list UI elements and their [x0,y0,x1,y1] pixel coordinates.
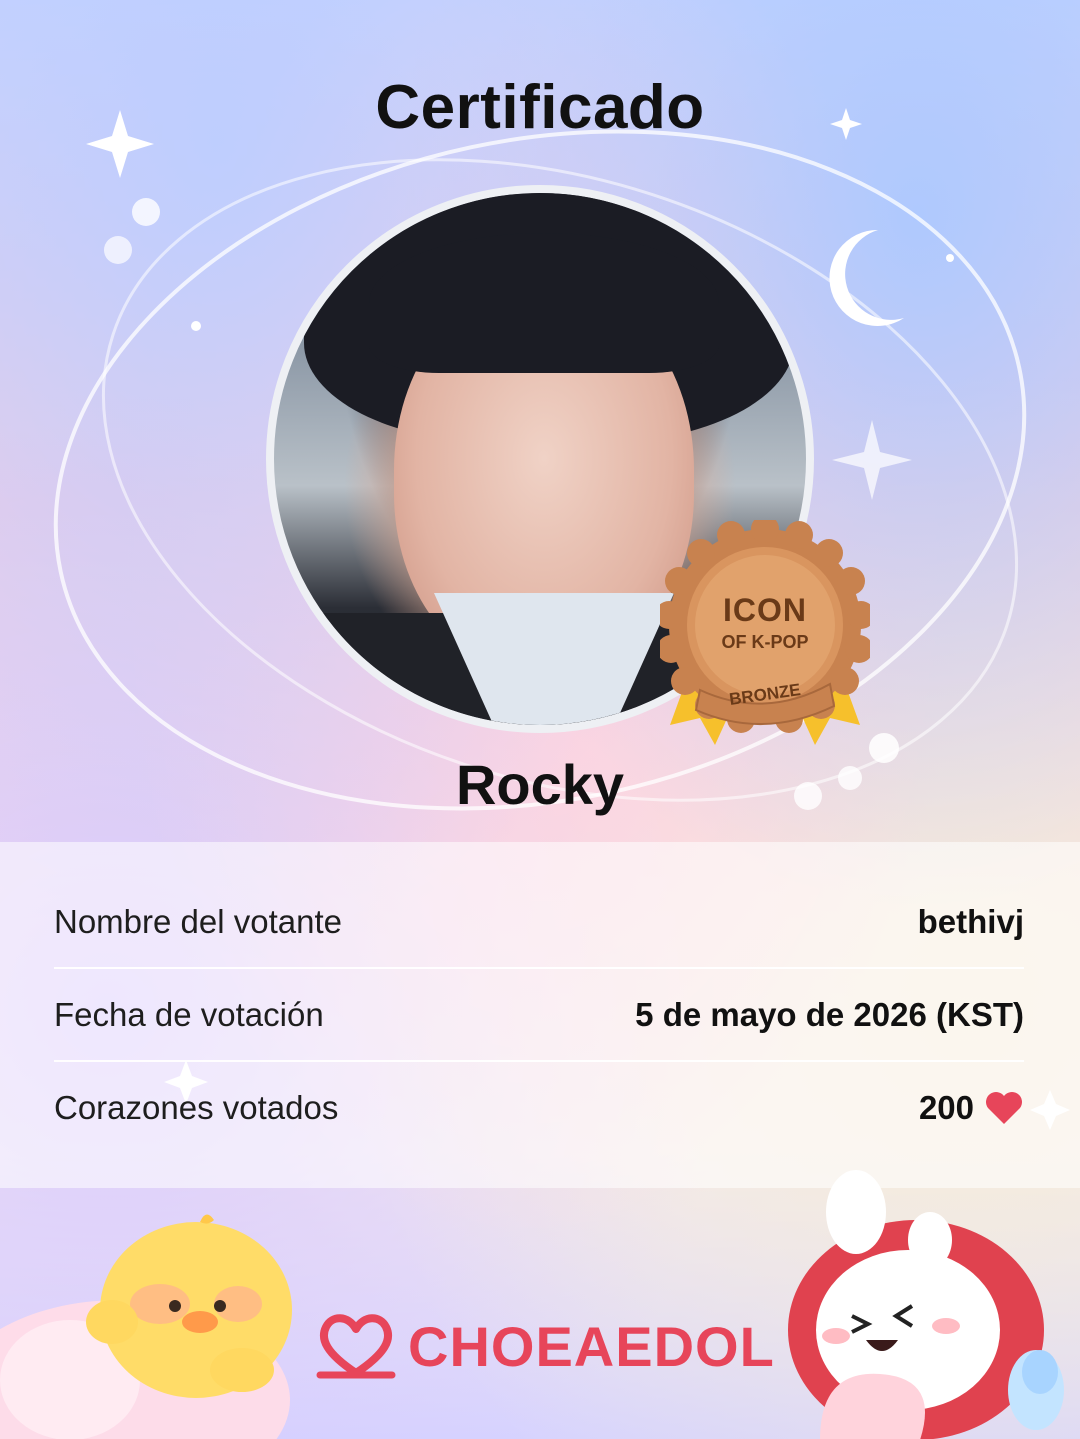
bronze-badge: ICON OF K-POP BRONZE [655,515,875,760]
date-value: 5 de mayo de 2026 (KST) [635,996,1024,1033]
hearts-row: Corazones votados 200 [54,1062,1024,1154]
hearts-value: 200 [918,1089,974,1126]
voter-label: Nombre del votante [54,903,342,940]
voter-value: bethivj [917,903,1024,940]
page-title: Certificado [375,73,705,142]
certificate-card: Certificado ICON OF K-POP BRONZE Rocky N… [0,0,1080,1439]
date-row: Fecha de votación 5 de mayo de 2026 (KST… [54,969,1024,1061]
hearts-label: Corazones votados [54,1089,339,1126]
brand-logo: CHOEAEDOL [316,1306,775,1386]
idol-name: Rocky [455,753,625,816]
badge-subtitle: OF K-POP [721,632,809,652]
brand-name: CHOEAEDOL [408,1314,775,1378]
voter-row: Nombre del votante bethivj [54,876,1024,968]
badge-title: ICON [723,592,807,628]
vote-details-panel: Nombre del votante bethivj Fecha de vota… [0,842,1080,1188]
hearts-value-group: 200 [919,1089,1024,1127]
date-label: Fecha de votación [54,996,324,1033]
choeaedol-logo-icon [316,1314,396,1379]
heart-icon [986,1092,1022,1124]
